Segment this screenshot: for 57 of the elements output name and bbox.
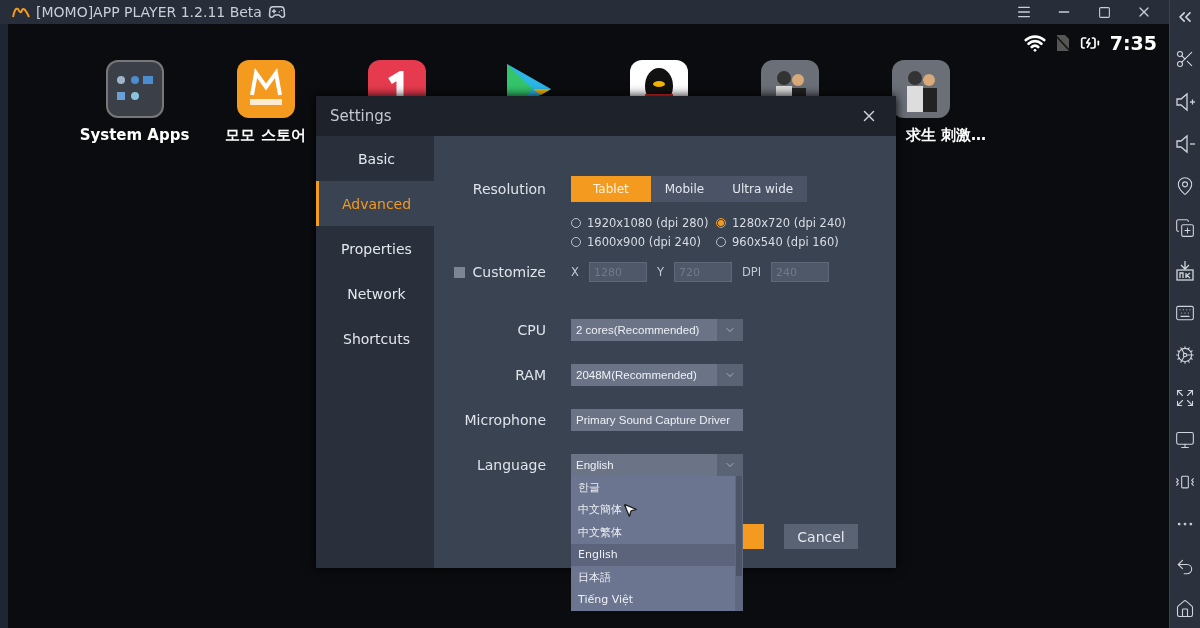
dropdown-option[interactable]: 中文繁体 <box>571 521 735 544</box>
dropdown-option[interactable]: 中文簡体 <box>571 498 735 521</box>
maximize-icon[interactable] <box>1097 5 1111 19</box>
checkbox-label: Customize <box>472 264 546 280</box>
radio-option[interactable]: 1920x1080 (dpi 280) <box>571 216 716 230</box>
radio-option[interactable]: 960x540 (dpi 160) <box>716 235 856 249</box>
field-label: Language <box>475 457 546 473</box>
wifi-icon <box>1023 32 1046 54</box>
copy-plus-icon[interactable] <box>1175 218 1195 239</box>
caret-icon <box>717 364 743 386</box>
radio-option[interactable]: 1280x720 (dpi 240) <box>716 216 856 230</box>
volume-up-icon[interactable] <box>1174 90 1196 113</box>
settings-icon[interactable] <box>1175 345 1195 366</box>
field-label: Microphone <box>463 412 546 428</box>
cursor-icon <box>622 502 638 518</box>
caret-icon <box>717 319 743 341</box>
segment-button[interactable]: Ultra wide <box>718 176 808 202</box>
no-sim-icon <box>1055 34 1070 52</box>
dropdown-option[interactable]: Tiếng Việt <box>571 588 735 611</box>
cancel-button[interactable]: Cancel <box>784 524 858 549</box>
dropdown-option[interactable]: English <box>571 543 735 566</box>
dropdown-option[interactable]: 한글 <box>571 476 735 499</box>
checkbox[interactable] <box>453 266 465 278</box>
field-label: CPU <box>516 322 546 338</box>
home-icon[interactable] <box>1175 598 1195 619</box>
apk-download-icon[interactable] <box>1175 259 1195 282</box>
dropdown[interactable]: 2 cores(Recommended) <box>571 319 743 341</box>
scrollbar-thumb[interactable] <box>736 476 742 576</box>
folder-icon[interactable] <box>105 60 164 118</box>
expand-icon[interactable] <box>1175 387 1195 408</box>
input-field[interactable]: Primary Sound Capture Driver <box>571 409 743 431</box>
window-title: [MOMO]APP PLAYER 1.2.11 Beta <box>36 4 262 20</box>
game-artwork-icon[interactable] <box>891 60 950 118</box>
dropdown-option[interactable]: 日本語 <box>571 566 735 589</box>
app-label: 求生 刺激… <box>905 126 986 145</box>
radio-icon[interactable] <box>716 218 726 228</box>
dropdown[interactable]: 2048M(Recommended) <box>571 364 743 386</box>
nav-tab[interactable]: Advanced <box>316 181 434 226</box>
app-label: System Apps <box>79 126 190 144</box>
field-label: Y <box>656 265 664 279</box>
field-label: DPI <box>741 265 762 279</box>
logo-icon <box>12 6 30 18</box>
app-label: 모모 스토어 <box>225 126 306 145</box>
menu-icon[interactable] <box>1016 4 1032 20</box>
radio-option[interactable]: 1600x900 (dpi 240) <box>571 235 716 249</box>
dialog-title: Settings <box>330 107 392 125</box>
store-icon[interactable] <box>236 60 295 118</box>
map-pin-icon[interactable] <box>1175 176 1195 197</box>
field-label: X <box>571 265 579 279</box>
scissors-icon[interactable] <box>1175 49 1195 70</box>
segment-button[interactable]: Mobile <box>650 176 719 202</box>
gamepad-icon <box>267 3 286 21</box>
clock-time: 7:35 <box>1109 32 1157 54</box>
volume-down-icon[interactable] <box>1174 132 1196 155</box>
field-label: RAM <box>514 367 546 383</box>
field-label: Resolution <box>471 181 546 197</box>
monitor-icon[interactable] <box>1175 429 1195 450</box>
